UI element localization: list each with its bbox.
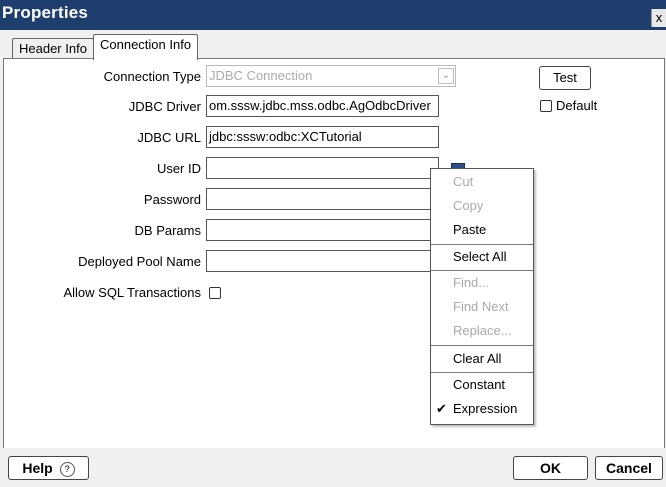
allow-sql-transactions-label: Allow SQL Transactions <box>63 285 201 300</box>
connection-type-label: Connection Type <box>103 69 201 84</box>
dialog-title: Properties <box>2 3 89 22</box>
menu-separator <box>431 244 533 245</box>
title-bar[interactable]: Properties x <box>0 0 666 30</box>
db-params-label: DB Params <box>134 223 201 238</box>
menu-item-select-all[interactable]: Select All <box>431 246 533 268</box>
jdbc-url-label: JDBC URL <box>137 130 201 145</box>
password-label: Password <box>143 192 201 207</box>
tab-connection-info[interactable]: Connection Info <box>93 34 199 60</box>
password-field[interactable] <box>206 188 439 210</box>
user-id-label: User ID <box>156 161 201 176</box>
menu-item-cut[interactable]: Cut <box>431 171 533 193</box>
context-menu: Cut Copy Paste Select All Find... Find N… <box>430 168 534 425</box>
jdbc-driver-field[interactable]: om.sssw.jdbc.mss.odbc.AgOdbcDriver <box>206 95 439 117</box>
menu-separator <box>431 372 533 373</box>
cancel-button[interactable]: Cancel <box>595 456 663 480</box>
chevron-down-icon[interactable]: ⌄ <box>438 68 454 84</box>
deployed-pool-name-field[interactable] <box>206 250 439 272</box>
menu-item-copy[interactable]: Copy <box>431 195 533 217</box>
connection-type-select[interactable]: JDBC Connection <box>206 65 456 87</box>
properties-dialog: Properties x Header Info Connection Info… <box>0 0 666 487</box>
tab-header-info[interactable]: Header Info <box>12 38 94 59</box>
menu-separator <box>431 270 533 271</box>
menu-item-find[interactable]: Find... <box>431 272 533 294</box>
default-checkbox[interactable] <box>540 100 552 112</box>
menu-item-replace[interactable]: Replace... <box>431 320 533 342</box>
help-icon: ? <box>59 461 75 477</box>
menu-separator <box>431 345 533 346</box>
help-button[interactable]: Help ? <box>8 456 89 480</box>
menu-item-expression[interactable]: ✔ Expression <box>431 398 533 420</box>
allow-sql-transactions-checkbox[interactable] <box>209 287 221 299</box>
default-label: Default <box>556 98 598 113</box>
test-button[interactable]: Test <box>539 66 591 90</box>
jdbc-url-field[interactable]: jdbc:sssw:odbc:XCTutorial <box>206 126 439 148</box>
close-icon[interactable]: x <box>651 9 666 27</box>
menu-item-expression-label: Expression <box>453 401 518 416</box>
button-bar: Help ? OK Cancel <box>0 448 666 487</box>
help-button-label: Help <box>22 460 53 476</box>
deployed-pool-name-label: Deployed Pool Name <box>78 254 201 269</box>
jdbc-driver-label: JDBC Driver <box>128 99 201 114</box>
user-id-field[interactable] <box>206 157 439 179</box>
checkmark-icon: ✔ <box>436 401 447 416</box>
menu-item-paste[interactable]: Paste <box>431 219 533 241</box>
menu-item-constant[interactable]: Constant <box>431 374 533 396</box>
menu-item-find-next[interactable]: Find Next <box>431 296 533 318</box>
ok-button[interactable]: OK <box>513 456 588 480</box>
menu-item-clear-all[interactable]: Clear All <box>431 348 533 370</box>
db-params-field[interactable] <box>206 219 439 241</box>
